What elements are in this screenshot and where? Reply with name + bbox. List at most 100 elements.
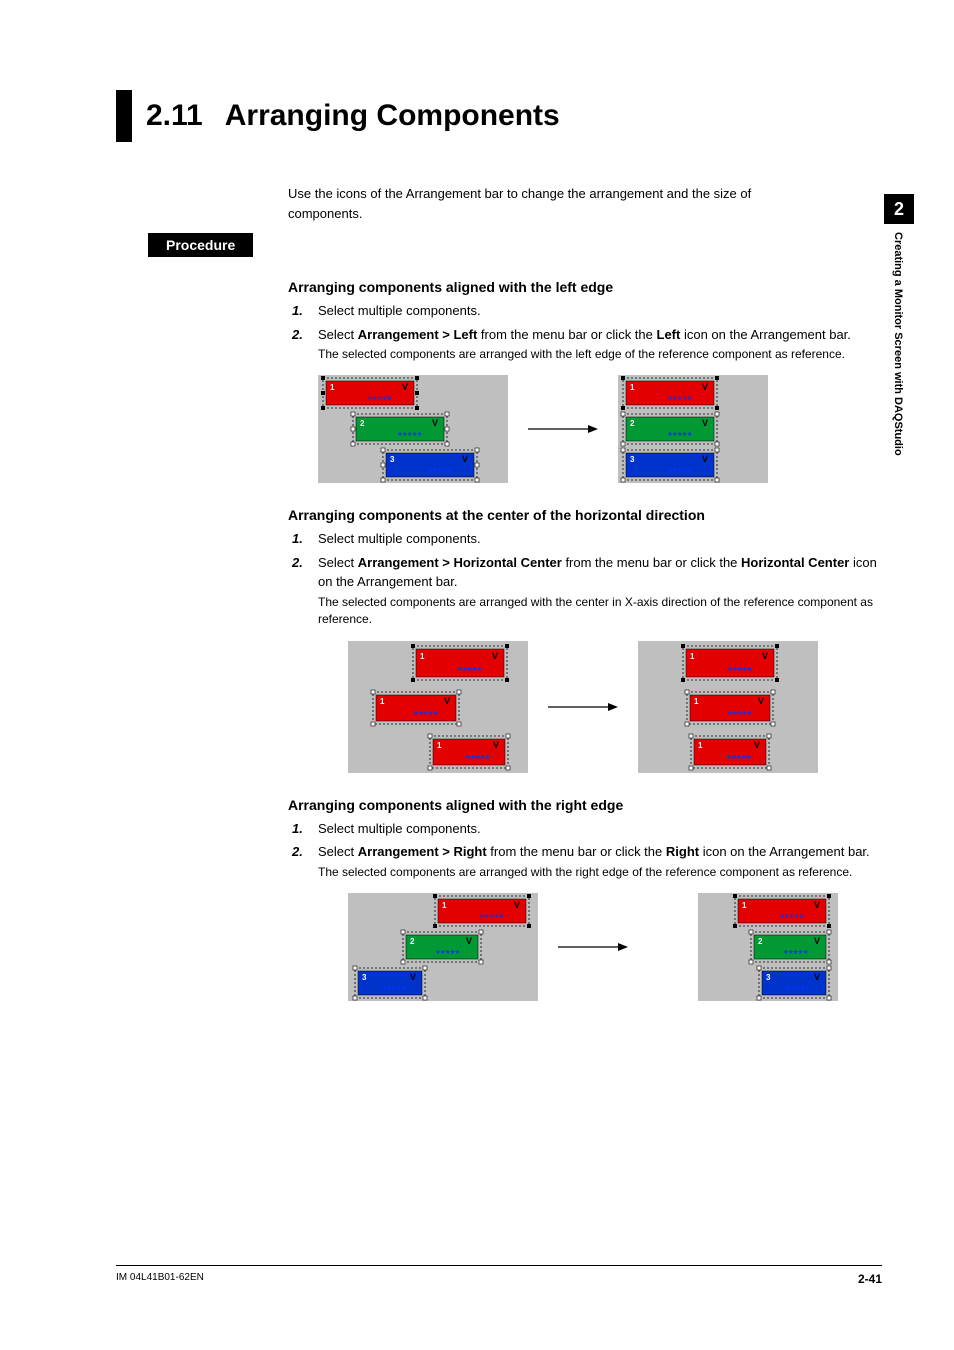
section-right-align: Arranging components aligned with the ri… [288, 797, 878, 1003]
steps-list: 1.Select multiple components. 2.Select A… [288, 819, 878, 881]
section-heading: Arranging components aligned with the le… [288, 279, 878, 295]
step-item: 1.Select multiple components. [310, 529, 878, 549]
svg-text:V: V [754, 740, 760, 750]
step-note: The selected components are arranged wit… [318, 346, 878, 363]
section-number: 2.11 [146, 99, 203, 133]
svg-text:V: V [814, 900, 820, 910]
svg-text:*****: ***** [780, 913, 804, 924]
svg-text:1: 1 [690, 652, 695, 661]
title-accent-bar [116, 90, 132, 142]
figure-horizontal-center: 1V***** 1V***** 1V***** 1V***** [318, 641, 878, 775]
step-text: Select Arrangement > Horizontal Center f… [318, 555, 877, 590]
svg-text:*****: ***** [428, 467, 452, 478]
svg-text:V: V [702, 418, 708, 428]
svg-text:V: V [814, 936, 820, 946]
footer-doc-id: IM 04L41B01-62EN [116, 1272, 204, 1286]
section-title: Arranging Components [225, 99, 560, 133]
step-note: The selected components are arranged wit… [318, 864, 878, 881]
svg-text:3: 3 [630, 455, 635, 464]
step-number: 1. [292, 301, 303, 321]
figure-right-align: 1 V ***** 2 V ***** 3 V ***** 1 V ***** [318, 893, 878, 1003]
page: 2 Creating a Monitor Screen with DAQStud… [0, 0, 954, 1350]
svg-text:*****: ***** [398, 431, 422, 442]
svg-text:*****: ***** [466, 754, 490, 765]
step-item: 1.Select multiple components. [310, 301, 878, 321]
step-number: 2. [292, 325, 303, 345]
svg-text:1: 1 [630, 383, 635, 392]
svg-text:1: 1 [420, 652, 425, 661]
section-horizontal-center: Arranging components at the center of th… [288, 507, 878, 774]
chapter-title-vertical: Creating a Monitor Screen with DAQStudio [884, 232, 904, 456]
svg-text:V: V [493, 740, 499, 750]
svg-text:V: V [402, 382, 408, 392]
svg-text:*****: ***** [436, 949, 460, 960]
step-item: 2.Select Arrangement > Left from the men… [310, 325, 878, 364]
svg-text:1: 1 [437, 741, 442, 750]
svg-text:1: 1 [742, 901, 747, 910]
svg-text:1: 1 [698, 741, 703, 750]
svg-text:V: V [702, 382, 708, 392]
step-text: Select Arrangement > Left from the menu … [318, 327, 851, 342]
intro-paragraph: Use the icons of the Arrangement bar to … [288, 184, 808, 223]
svg-text:3: 3 [362, 973, 367, 982]
step-text: Select multiple components. [318, 821, 481, 836]
steps-list: 1.Select multiple components. 2.Select A… [288, 529, 878, 628]
component-2: 2 V ***** [351, 412, 449, 446]
procedure-label: Procedure [148, 233, 253, 257]
svg-text:V: V [702, 454, 708, 464]
step-number: 2. [292, 842, 303, 862]
step-text: Select Arrangement > Right from the menu… [318, 844, 870, 859]
svg-text:*****: ***** [728, 666, 752, 677]
svg-text:1: 1 [442, 901, 447, 910]
svg-text:V: V [466, 936, 472, 946]
section-heading: Arranging components aligned with the ri… [288, 797, 878, 813]
svg-text:2: 2 [758, 937, 763, 946]
svg-text:*****: ***** [458, 666, 482, 677]
step-item: 2.Select Arrangement > Right from the me… [310, 842, 878, 881]
chapter-number-box: 2 [884, 194, 914, 224]
component-1: 1 V ***** [321, 376, 419, 410]
footer-page-number: 2-41 [858, 1272, 882, 1286]
step-item: 1.Select multiple components. [310, 819, 878, 839]
svg-text:1: 1 [330, 383, 335, 392]
svg-text:V: V [762, 651, 768, 661]
svg-text:*****: ***** [414, 710, 438, 721]
svg-text:V: V [444, 696, 450, 706]
svg-text:*****: ***** [668, 467, 692, 478]
svg-text:*****: ***** [382, 985, 406, 996]
svg-text:2: 2 [360, 419, 365, 428]
svg-text:V: V [492, 651, 498, 661]
figure-left-align: 1 V ***** 2 V ***** [318, 375, 878, 485]
svg-text:*****: ***** [784, 949, 808, 960]
svg-text:*****: ***** [668, 395, 692, 406]
svg-text:V: V [814, 972, 820, 982]
step-number: 2. [292, 553, 303, 573]
svg-text:*****: ***** [786, 985, 810, 996]
svg-text:*****: ***** [728, 710, 752, 721]
svg-text:3: 3 [390, 455, 395, 464]
svg-text:1: 1 [380, 697, 385, 706]
component-3: 3 V ***** [381, 448, 479, 482]
page-footer: IM 04L41B01-62EN 2-41 [116, 1265, 882, 1286]
svg-text:*****: ***** [480, 913, 504, 924]
chapter-side-tab: 2 Creating a Monitor Screen with DAQStud… [884, 194, 914, 456]
svg-text:3: 3 [766, 973, 771, 982]
svg-text:1: 1 [694, 697, 699, 706]
steps-list: 1.Select multiple components. 2.Select A… [288, 301, 878, 363]
step-text: Select multiple components. [318, 531, 481, 546]
step-item: 2.Select Arrangement > Horizontal Center… [310, 553, 878, 629]
step-number: 1. [292, 529, 303, 549]
section-heading: Arranging components at the center of th… [288, 507, 878, 523]
svg-text:*****: ***** [727, 754, 751, 765]
svg-text:2: 2 [410, 937, 415, 946]
svg-text:V: V [432, 418, 438, 428]
svg-text:V: V [462, 454, 468, 464]
svg-text:V: V [410, 972, 416, 982]
svg-text:*****: ***** [668, 431, 692, 442]
step-note: The selected components are arranged wit… [318, 594, 878, 629]
svg-text:V: V [514, 900, 520, 910]
section-left-align: Arranging components aligned with the le… [288, 279, 878, 485]
step-text: Select multiple components. [318, 303, 481, 318]
svg-text:V: V [758, 696, 764, 706]
section-title-row: 2.11 Arranging Components [116, 90, 882, 142]
